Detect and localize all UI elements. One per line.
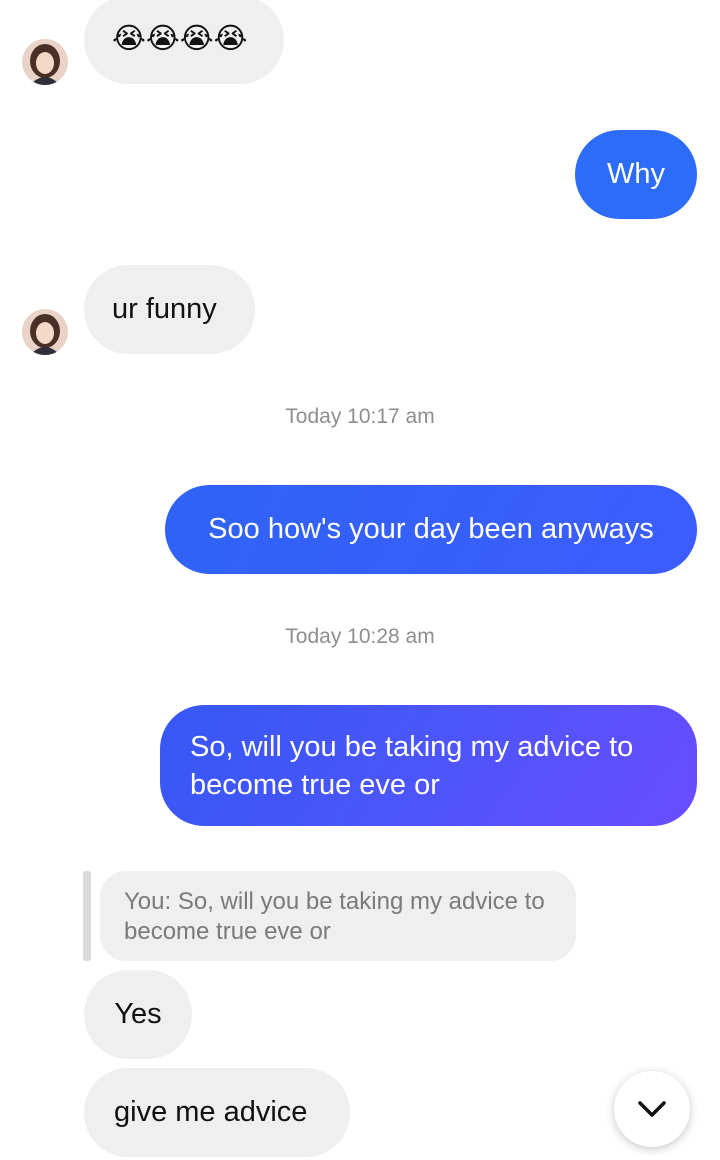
timestamp: Today 10:28 am bbox=[285, 625, 435, 648]
message-text: Soo how's your day been anyways bbox=[208, 513, 654, 545]
message-text: Yes bbox=[114, 998, 162, 1030]
reply-indicator-bar bbox=[83, 871, 91, 961]
contact-avatar-icon[interactable] bbox=[22, 309, 68, 355]
scroll-to-bottom-button[interactable] bbox=[614, 1071, 690, 1147]
message-text-line: So, will you be taking my advice to bbox=[190, 731, 634, 763]
timestamp: Today 10:17 am bbox=[285, 405, 435, 428]
message-text-line: become true eve or bbox=[190, 769, 440, 801]
incoming-message[interactable]: ur funny bbox=[84, 265, 255, 354]
incoming-message[interactable]: 😭😭😭😭 bbox=[84, 0, 284, 84]
message-text: give me advice bbox=[114, 1096, 308, 1128]
outgoing-message[interactable]: Why bbox=[575, 130, 697, 219]
incoming-message[interactable]: give me advice bbox=[84, 1068, 350, 1157]
message-text: Why bbox=[607, 158, 665, 190]
chat-thread[interactable]: 😭😭😭😭 Why ur funny Today 10:17 am Soo how… bbox=[0, 0, 720, 1160]
outgoing-message[interactable]: So, will you be taking my advice to beco… bbox=[160, 705, 697, 826]
chevron-down-icon bbox=[638, 1101, 666, 1117]
incoming-message[interactable]: Yes bbox=[84, 970, 192, 1059]
message-text: ur funny bbox=[112, 293, 217, 325]
reply-quote[interactable]: You: So, will you be taking my advice to… bbox=[100, 871, 576, 961]
reply-quote-text: You: So, will you be taking my advice to… bbox=[124, 888, 545, 945]
contact-avatar-icon[interactable] bbox=[22, 39, 68, 85]
message-text: 😭😭😭😭 bbox=[112, 23, 248, 55]
outgoing-message[interactable]: Soo how's your day been anyways bbox=[165, 485, 697, 574]
